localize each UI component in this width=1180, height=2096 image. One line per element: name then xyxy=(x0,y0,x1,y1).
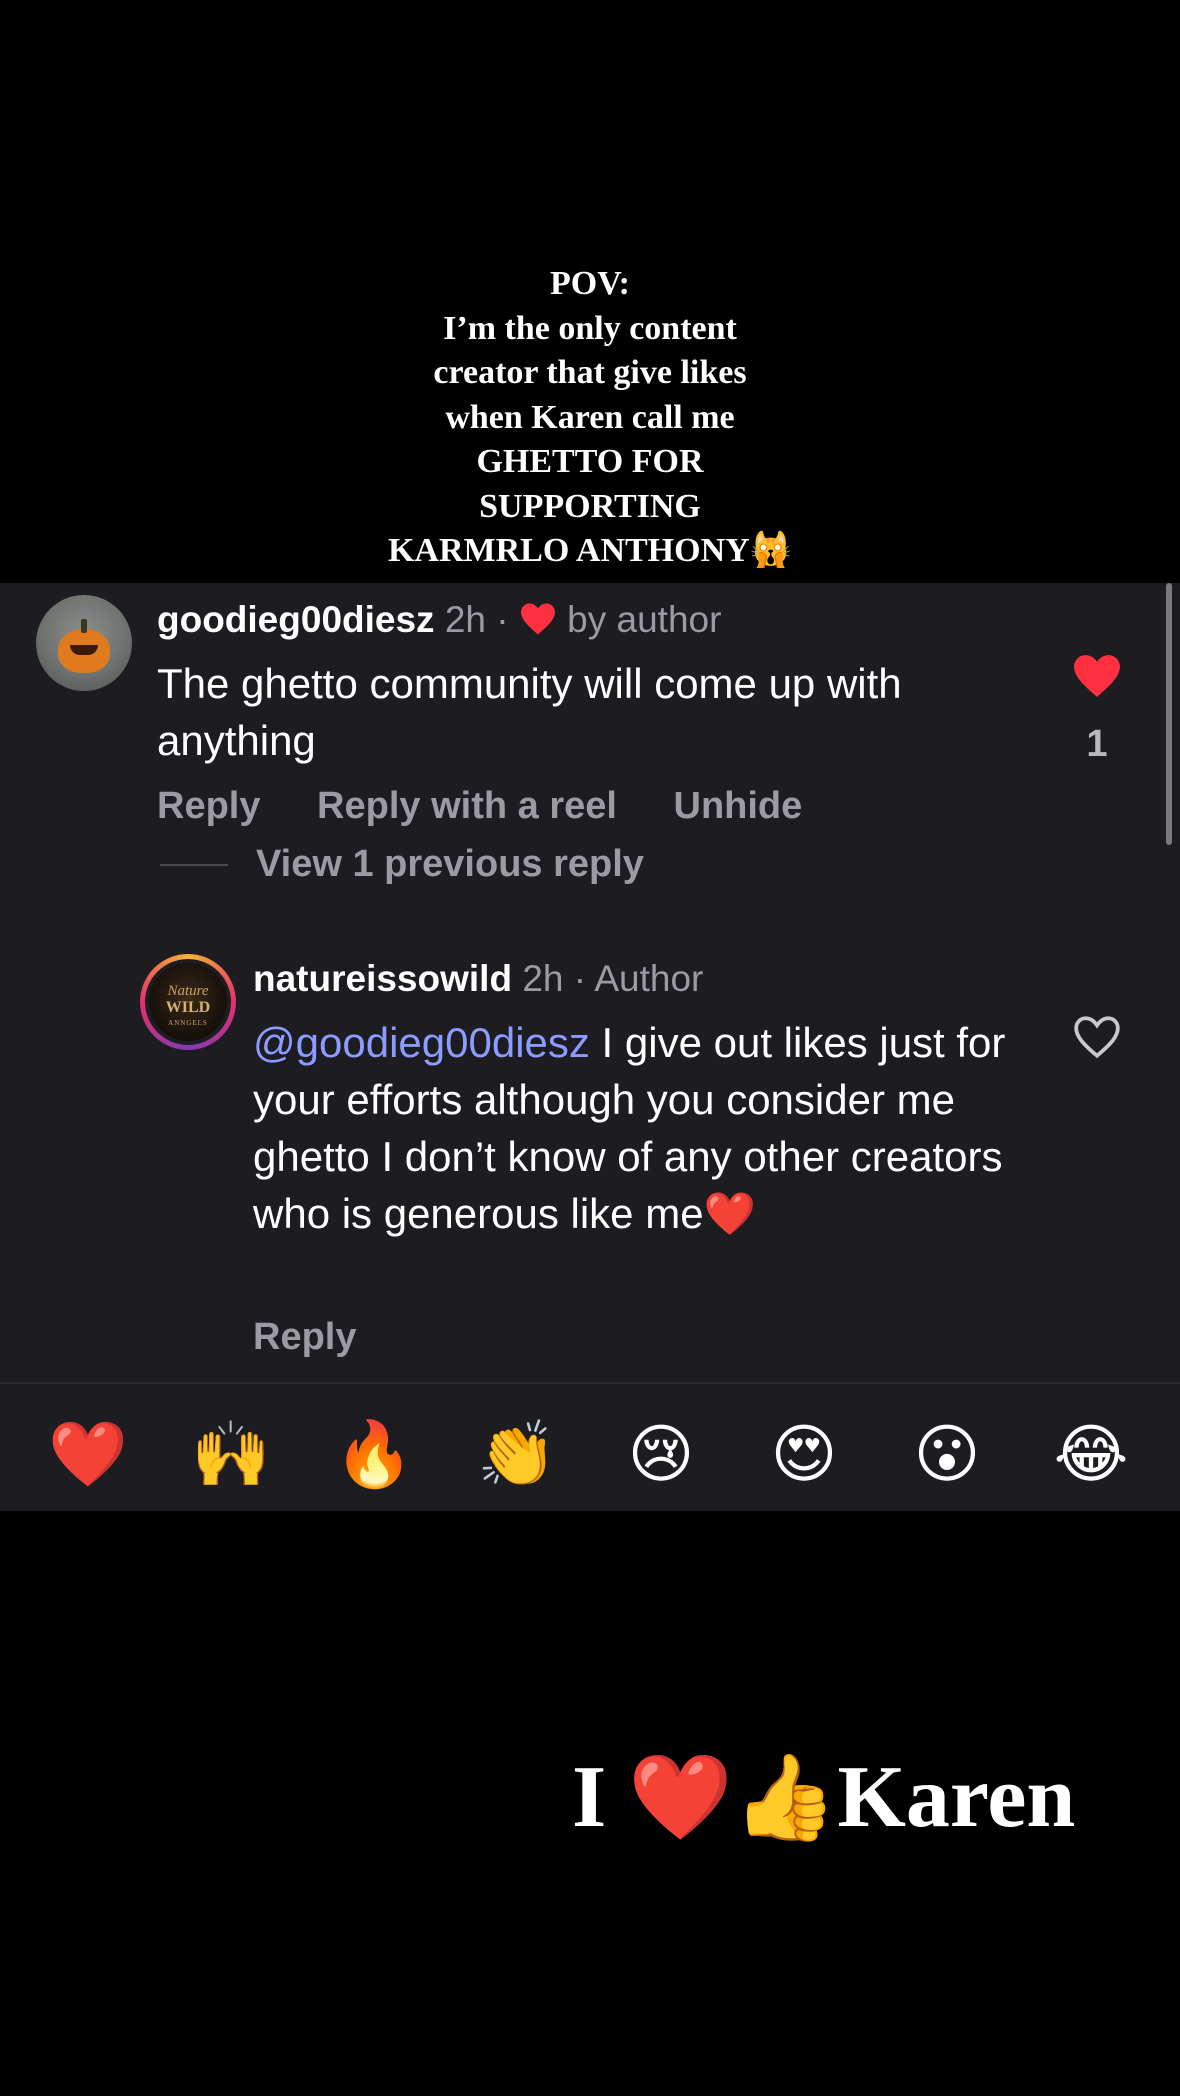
emoji-surprised[interactable]: 😮 xyxy=(907,1414,987,1494)
small-heart-icon xyxy=(519,601,557,647)
pov-line: POV: xyxy=(550,265,630,302)
emoji-crying[interactable]: 😢 xyxy=(621,1414,701,1494)
emoji-heart-eyes[interactable]: 😍 xyxy=(764,1414,844,1494)
comment-meta: natureissowild 2h · Author xyxy=(253,956,703,1002)
caption-emojis: ❤️👍 xyxy=(628,1752,838,1845)
pumpkin-stem xyxy=(81,619,87,633)
unhide-button[interactable]: Unhide xyxy=(674,785,803,827)
avatar-logo-text: ANNGELS xyxy=(168,1019,208,1027)
comment-actions: Reply Reply with a reel Unhide xyxy=(157,785,848,828)
emoji-laughing[interactable]: 😂 xyxy=(1051,1414,1131,1494)
author-badge: by author xyxy=(567,599,722,640)
pov-caption: POV: I’m the only content creator that g… xyxy=(0,262,1180,574)
pov-line: GHETTO FOR xyxy=(476,443,704,480)
bottom-caption: I ❤️👍Karen xyxy=(572,1748,1075,1849)
reply-button[interactable]: Reply xyxy=(253,1316,356,1358)
comment-text: @goodieg00diesz I give out likes just fo… xyxy=(253,1014,1053,1242)
heart-filled-icon[interactable] xyxy=(1072,653,1122,699)
pov-line: SUPPORTING xyxy=(479,487,701,525)
comment-username[interactable]: goodieg00diesz xyxy=(157,599,435,640)
view-replies-button[interactable]: View 1 previous reply xyxy=(160,843,644,886)
pov-line: when Karen call me xyxy=(445,398,735,436)
thread-line xyxy=(160,863,228,866)
scrollbar[interactable] xyxy=(1166,583,1172,845)
emoji-fire[interactable]: 🔥 xyxy=(334,1414,414,1494)
pov-line: creator that give likes xyxy=(433,354,747,391)
heart-outline-icon[interactable] xyxy=(1072,1014,1122,1060)
emoji-raised-hands[interactable]: 🙌 xyxy=(191,1414,271,1494)
comment-time: 2h xyxy=(522,958,564,999)
comment-username[interactable]: natureissowild xyxy=(253,958,512,999)
caption-suffix: Karen xyxy=(837,1749,1076,1846)
meta-separator: · xyxy=(573,958,587,999)
like-count: 1 xyxy=(1086,723,1108,765)
emoji-reaction-bar: ❤️ 🙌 🔥 👏 😢 😍 😮 😂 xyxy=(0,1384,1180,1511)
avatar: Nature WILD ANNGELS xyxy=(149,963,227,1041)
avatar-logo-text: Nature xyxy=(167,983,209,999)
meta-separator: · xyxy=(496,599,509,640)
author-badge: Author xyxy=(594,958,704,999)
comment-actions: Reply xyxy=(253,1316,356,1359)
reply-with-reel-button[interactable]: Reply with a reel xyxy=(317,785,617,827)
pov-line: KARMRLO ANTHONY🙀 xyxy=(387,532,793,569)
caption-prefix: I xyxy=(572,1749,629,1846)
reply-button[interactable]: Reply xyxy=(157,785,260,827)
mention-link[interactable]: @goodieg00diesz xyxy=(253,1019,590,1066)
avatar-logo-text: WILD xyxy=(165,999,211,1016)
comments-panel: goodieg00diesz 2h · by author The ghetto… xyxy=(0,583,1180,1511)
pov-line: I’m the only content xyxy=(443,309,737,347)
avatar[interactable] xyxy=(36,595,132,691)
comment-text: The ghetto community will come up with a… xyxy=(157,660,902,764)
avatar-story-ring[interactable]: Nature WILD ANNGELS xyxy=(140,954,236,1050)
comment-time: 2h xyxy=(444,599,486,640)
emoji-clap[interactable]: 👏 xyxy=(477,1414,557,1494)
comment-meta: goodieg00diesz 2h · by author xyxy=(157,597,721,647)
emoji-heart[interactable]: ❤️ xyxy=(48,1414,128,1494)
view-replies-label: View 1 previous reply xyxy=(256,843,644,885)
